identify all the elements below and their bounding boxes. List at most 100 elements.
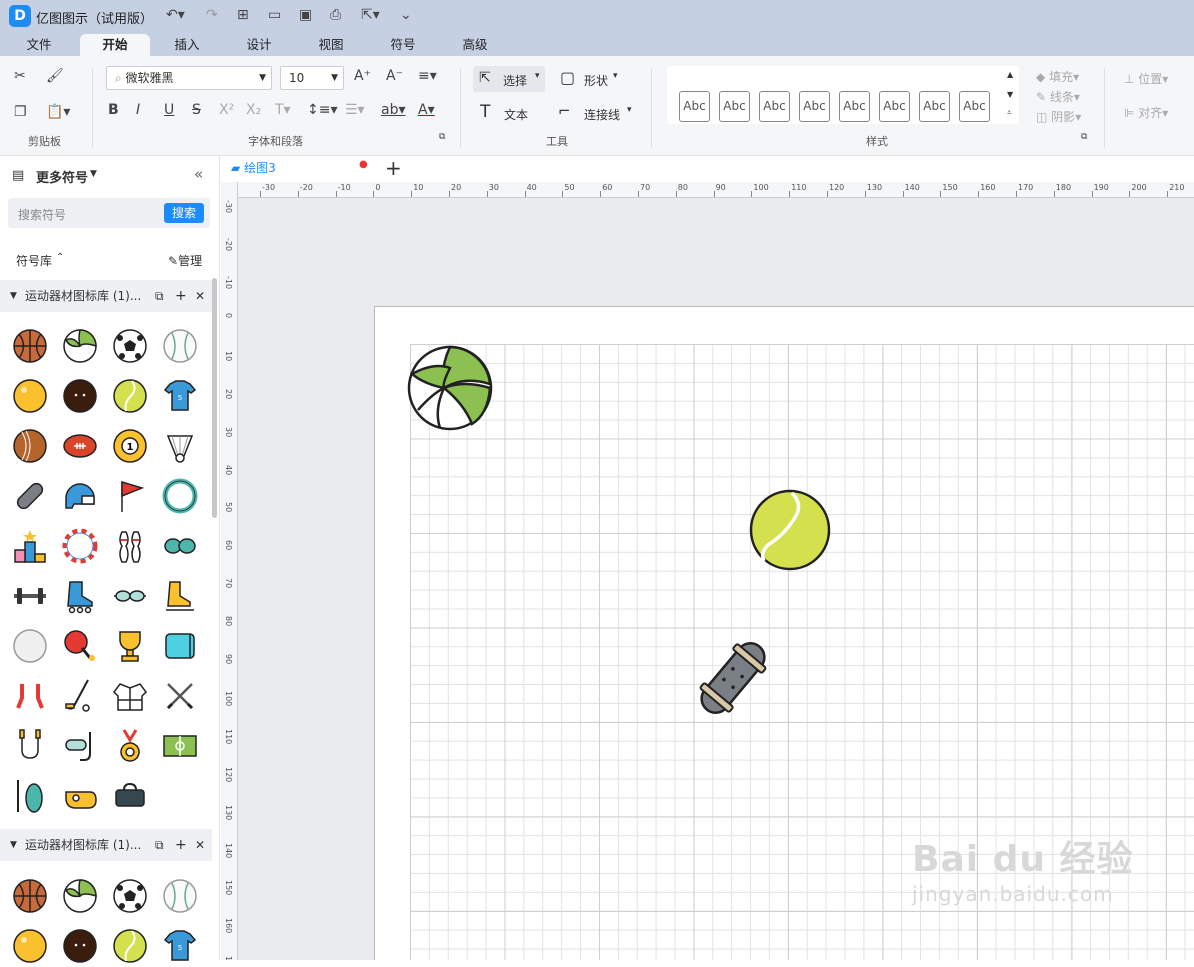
connector-button[interactable]: ⌐ 连接线 ▾ (558, 100, 638, 126)
bowling-ball-icon[interactable] (62, 378, 98, 414)
soccer-ball-icon[interactable] (112, 878, 148, 914)
snorkel-mask-icon[interactable] (62, 728, 98, 764)
skateboard-shape[interactable] (686, 634, 780, 722)
style-swatch[interactable]: Abc (759, 91, 790, 122)
helmet-icon[interactable] (62, 478, 98, 514)
copy-icon[interactable]: ❐ (14, 104, 27, 120)
more-symbols-title[interactable]: 更多符号 (36, 167, 88, 186)
fencing-swords-icon[interactable] (162, 678, 198, 714)
cricket-ball-icon[interactable] (12, 428, 48, 464)
podium-icon[interactable] (12, 528, 48, 564)
collapse-icon[interactable]: « (194, 165, 203, 183)
line-button[interactable]: ✎ 线条▾ (1036, 88, 1080, 105)
list-icon[interactable]: ☰▾ (345, 102, 365, 118)
undo-icon[interactable]: ↶▾ (166, 7, 185, 23)
line-spacing-icon[interactable]: ↕≡▾ (307, 102, 338, 118)
menu-advanced[interactable]: 高级 (450, 34, 500, 56)
style-swatch[interactable]: Abc (679, 91, 710, 122)
strikethrough-icon[interactable]: S (192, 102, 201, 118)
tennis-ball-icon[interactable] (112, 378, 148, 414)
flag-icon[interactable] (112, 478, 148, 514)
jersey-icon[interactable]: 5 (162, 378, 198, 414)
expand-icon[interactable]: ⧉ (439, 132, 445, 142)
close-icon[interactable]: ✕ (195, 280, 205, 312)
scroll-up-icon[interactable]: ▲ (1007, 70, 1013, 79)
yellow-ball-icon[interactable] (12, 378, 48, 414)
save-icon[interactable]: ▣ (299, 7, 312, 23)
baseball-icon[interactable] (162, 878, 198, 914)
export-icon[interactable]: ⧉ (155, 280, 164, 312)
highlight-color-icon[interactable]: ab▾ (381, 102, 406, 118)
symbol-library-label[interactable]: 符号库 (16, 252, 52, 269)
align-button[interactable]: ⊫ 对齐▾ (1124, 104, 1168, 121)
yellow-ball-icon[interactable] (12, 928, 48, 964)
style-swatch[interactable]: Abc (879, 91, 910, 122)
font-color-icon[interactable]: A▾ (418, 102, 435, 118)
cut-icon[interactable]: ✂ (14, 68, 26, 84)
underline-icon[interactable]: U (164, 102, 174, 118)
menu-insert[interactable]: 插入 (162, 34, 212, 56)
bowling-pins-icon[interactable] (112, 528, 148, 564)
scroll-down-icon[interactable]: ▼ (1007, 90, 1013, 99)
karate-uniform-icon[interactable] (112, 678, 148, 714)
position-button[interactable]: ⊥ 位置▾ (1124, 70, 1168, 87)
italic-icon[interactable]: I (136, 102, 140, 118)
table-tennis-icon[interactable] (62, 628, 98, 664)
font-size-select[interactable]: 10 ▼ (280, 66, 344, 90)
add-icon[interactable]: + (175, 280, 187, 312)
style-swatch[interactable]: Abc (839, 91, 870, 122)
customize-chevron-icon[interactable]: ⌄ (400, 7, 412, 23)
whistle-icon[interactable] (62, 778, 98, 814)
style-swatch[interactable]: Abc (719, 91, 750, 122)
export-icon[interactable]: ⧉ (155, 829, 164, 861)
font-grow-icon[interactable]: A⁺ (354, 68, 371, 84)
chevron-down-icon[interactable]: ▼ (90, 169, 97, 179)
golf-club-icon[interactable] (62, 678, 98, 714)
expand-icon[interactable]: ⧉ (1081, 132, 1087, 142)
sports-bag-icon[interactable] (112, 778, 148, 814)
billiard-ball-icon[interactable]: 1 (112, 428, 148, 464)
library-header[interactable]: ▼ 运动器材图标库 (1)... ⧉ + ✕ (0, 829, 212, 861)
style-swatch[interactable]: Abc (799, 91, 830, 122)
font-family-select[interactable]: ⌕ 微软雅黑 ▼ (106, 66, 272, 90)
soccer-ball-icon[interactable] (112, 328, 148, 364)
menu-home[interactable]: 开始 (80, 34, 150, 56)
menu-symbol[interactable]: 符号 (378, 34, 428, 56)
more-styles-icon[interactable]: ⩡ (1007, 108, 1012, 118)
text-case-icon[interactable]: T▾ (275, 102, 291, 118)
basketball-icon[interactable] (12, 878, 48, 914)
style-swatch[interactable]: Abc (959, 91, 990, 122)
ice-skate-icon[interactable] (162, 578, 198, 614)
search-button[interactable]: 搜索 (164, 203, 204, 223)
print-icon[interactable]: ⎙ (330, 7, 341, 23)
golf-ball-icon[interactable] (12, 628, 48, 664)
kayak-icon[interactable] (12, 778, 48, 814)
superscript-icon[interactable]: X² (219, 102, 234, 118)
font-shrink-icon[interactable]: A⁻ (386, 68, 403, 84)
search-input[interactable]: 搜索符号 (18, 206, 66, 223)
menu-file[interactable]: 文件 (14, 34, 64, 56)
add-tab-icon[interactable]: + (385, 156, 402, 180)
bowling-ball-icon[interactable] (62, 928, 98, 964)
volleyball-icon[interactable] (62, 328, 98, 364)
manage-button[interactable]: ✎管理 (168, 252, 202, 269)
boxing-gloves-icon[interactable] (162, 528, 198, 564)
redo-icon[interactable]: ↷ (206, 7, 218, 23)
roller-skate-icon[interactable] (62, 578, 98, 614)
swim-goggles-icon[interactable] (112, 578, 148, 614)
text-align-icon[interactable]: ≡▾ (418, 68, 437, 84)
scrollbar[interactable] (212, 278, 217, 518)
select-button[interactable]: ⇱ 选择 ▾ (473, 66, 545, 92)
medal-icon[interactable] (112, 728, 148, 764)
fill-button[interactable]: ◆ 填充▾ (1036, 68, 1079, 85)
basketball-icon[interactable] (12, 328, 48, 364)
trophy-icon[interactable] (112, 628, 148, 664)
jersey-icon[interactable]: 5 (162, 928, 198, 964)
yoga-mat-icon[interactable] (162, 628, 198, 664)
baseball-icon[interactable] (162, 328, 198, 364)
shadow-button[interactable]: ◫ 阴影▾ (1036, 108, 1081, 125)
rugby-ball-icon[interactable] (62, 428, 98, 464)
export-icon[interactable]: ⇱▾ (361, 7, 380, 23)
menu-design[interactable]: 设计 (234, 34, 284, 56)
skateboard-icon[interactable] (12, 478, 48, 514)
